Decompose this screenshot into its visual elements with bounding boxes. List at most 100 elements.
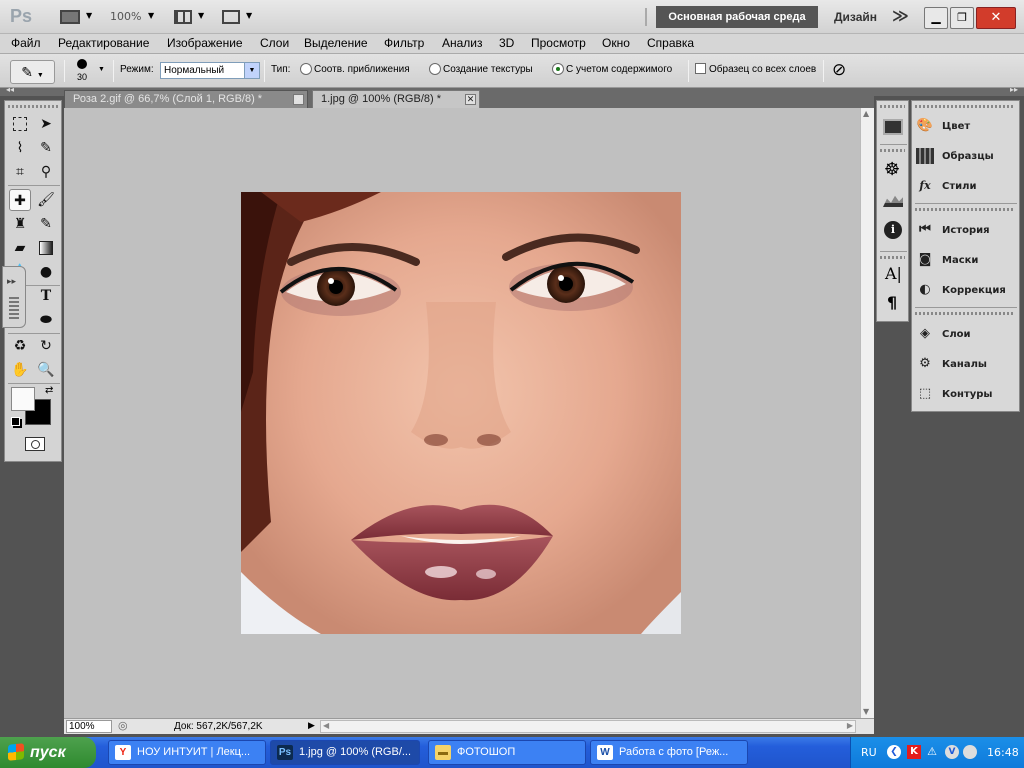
collapsed-panel-tab[interactable]: ▸▸ [2,266,26,328]
swap-colors-icon[interactable]: ⇄ [45,385,53,396]
dodge-tool-icon[interactable]: ● [35,261,57,283]
crop-tool-icon[interactable]: ⌗ [9,161,31,183]
panel-grip[interactable] [915,312,1015,315]
pressure-brush-icon[interactable]: ⊘ [832,60,846,80]
menu-analysis[interactable]: Анализ [442,36,483,50]
marquee-tool-icon[interactable] [9,113,31,135]
default-colors-icon[interactable] [11,417,20,426]
panel-channels[interactable]: ⚙ Каналы [916,352,1016,378]
tab-roza2[interactable]: Роза 2.gif @ 66,7% (Слой 1, RGB/8) * ✕ [64,90,308,108]
panel-styles[interactable]: fx Стили [916,174,1016,200]
zoom-dropdown-icon[interactable]: ▼ [148,11,154,20]
menu-edit[interactable]: Редактирование [58,36,149,50]
horizontal-scrollbar[interactable]: ◀ ▶ [320,720,856,733]
minimize-button[interactable]: ▁ [924,7,948,29]
taskbar-item-photoshop[interactable]: Ps 1.jpg @ 100% (RGB/... [270,740,420,765]
spot-healing-brush-tool-icon[interactable]: ✚ [9,189,31,211]
info-icon[interactable]: i [884,221,902,239]
character-icon[interactable]: A| [885,264,902,283]
panel-grip[interactable] [915,105,1015,108]
antivirus-icon[interactable]: K [907,745,921,759]
scroll-down-icon[interactable]: ▼ [863,707,869,716]
panel-layers[interactable]: ◈ Слои [916,322,1016,348]
vpn-icon[interactable]: V [945,745,959,759]
mini-bridge-icon[interactable] [883,119,903,135]
zoom-level[interactable]: 100% [110,10,141,23]
taskbar-item-browser[interactable]: Y НОУ ИНТУИТ | Лекц... [108,740,266,765]
menu-window[interactable]: Окно [602,36,630,50]
panel-adjustments[interactable]: ◐ Коррекция [916,278,1016,304]
language-indicator[interactable]: RU [861,746,877,759]
panel-history[interactable]: ⏮ История [916,218,1016,244]
launch-bridge-icon[interactable] [60,10,80,24]
brush-tool-icon[interactable]: 🖌 [35,189,57,211]
menu-view[interactable]: Просмотр [531,36,586,50]
menu-image[interactable]: Изображение [167,36,243,50]
3d-orbit-tool-icon[interactable]: ↻ [35,335,57,357]
scroll-left-icon[interactable]: ◀ [323,721,329,730]
zoom-tool-icon[interactable]: 🔍 [35,359,57,381]
history-brush-tool-icon[interactable]: ✎ [35,213,57,235]
zoom-input[interactable]: 100% [66,720,112,733]
start-button[interactable]: пуск [0,737,96,768]
collapse-icon[interactable]: ◂◂ [6,85,14,94]
radio-create-texture[interactable] [429,63,441,75]
shape-tool-icon[interactable]: ⬬ [35,309,57,331]
radio-proximity-match[interactable] [300,63,312,75]
foreground-color-swatch[interactable] [11,387,35,411]
eraser-tool-icon[interactable]: ▰ [9,237,31,259]
menu-select[interactable]: Выделение [304,36,368,50]
menu-filter[interactable]: Фильтр [384,36,424,50]
chevron-down-icon[interactable]: ▼ [198,11,204,20]
taskbar-item-folder[interactable]: ▬ ФОТОШОП [428,740,586,765]
clock[interactable]: 16:48 [987,746,1019,759]
clone-stamp-tool-icon[interactable]: ♜ [9,213,31,235]
lasso-tool-icon[interactable]: ⌇ [9,137,31,159]
radio-content-aware[interactable] [552,63,564,75]
type-tool-icon[interactable]: T [35,285,57,307]
navigator-icon[interactable]: ☸ [884,159,900,180]
panel-grip[interactable] [915,208,1015,211]
quick-selection-tool-icon[interactable]: ✎ [35,137,57,159]
tab-1jpg[interactable]: 1.jpg @ 100% (RGB/8) * ✕ [312,90,480,108]
brush-tip-icon[interactable] [77,59,87,69]
restore-button[interactable]: ❐ [950,7,974,29]
3d-rotate-tool-icon[interactable]: ♻ [9,335,31,357]
menu-layer[interactable]: Слои [260,36,289,50]
move-tool-icon[interactable]: ➤ [35,113,57,135]
tray-app-icon[interactable] [963,745,977,759]
panel-color[interactable]: 🎨 Цвет [916,114,1016,140]
panel-masks[interactable]: ◙ Маски [916,248,1016,274]
hand-tool-icon[interactable]: ✋ [9,359,31,381]
status-info-icon[interactable]: ◎ [118,719,128,732]
close-button[interactable]: ✕ [976,7,1016,29]
sample-all-layers-checkbox[interactable] [695,63,706,74]
panel-swatches[interactable]: Образцы [916,144,1016,170]
chevron-down-icon[interactable]: ▼ [246,11,252,20]
screen-mode-icon[interactable] [222,10,240,24]
mode-select[interactable]: Нормальный ▼ [160,62,260,79]
close-tab-icon[interactable]: ✕ [465,94,476,105]
arrange-documents-icon[interactable] [174,10,192,24]
menu-help[interactable]: Справка [647,36,694,50]
panel-grip[interactable] [880,149,905,152]
panel-grip[interactable] [8,105,58,108]
scroll-up-icon[interactable]: ▲ [863,109,869,118]
quick-mask-button[interactable] [25,437,45,451]
taskbar-item-word[interactable]: W Работа с фото [Реж... [590,740,748,765]
close-tab-icon[interactable]: ✕ [293,94,304,105]
panel-grip[interactable] [880,256,905,259]
scroll-right-icon[interactable]: ▶ [847,721,853,730]
expand-dock-icon[interactable]: ▸▸ [1010,85,1018,94]
vertical-scrollbar[interactable]: ▲ ▼ [860,108,874,718]
chevron-down-icon[interactable]: ▼ [86,11,92,20]
panel-paths[interactable]: ⬚ Контуры [916,382,1016,408]
histogram-icon[interactable] [883,195,903,207]
workspace-design-button[interactable]: Дизайн [834,10,877,24]
eyedropper-tool-icon[interactable]: ⚲ [35,161,57,183]
more-workspaces-icon[interactable]: ≫ [892,6,909,25]
back-arrow-icon[interactable]: ❮ [887,745,901,759]
tool-preset-picker[interactable]: ✎ ▼ [10,60,55,84]
workspace-essentials-button[interactable]: Основная рабочая среда [656,6,818,28]
document-canvas[interactable] [64,108,860,718]
